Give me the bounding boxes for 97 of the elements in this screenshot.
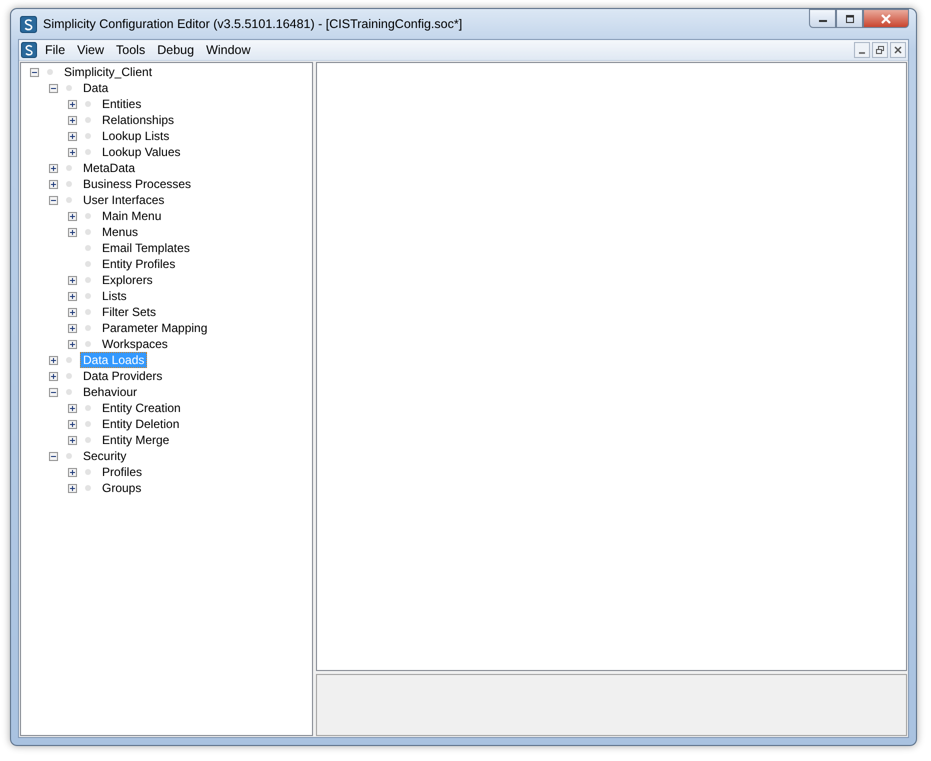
expand-icon[interactable] — [49, 180, 58, 188]
close-icon — [880, 14, 892, 24]
node-icon — [85, 469, 91, 475]
collapse-icon[interactable] — [49, 84, 58, 92]
tree-item[interactable]: Lookup Values — [99, 144, 184, 160]
tree-item[interactable]: Entity Profiles — [99, 256, 178, 272]
node-icon — [66, 85, 72, 91]
tree-item[interactable]: Workspaces — [99, 336, 171, 352]
node-icon — [85, 325, 91, 331]
menu-item[interactable]: Tools — [110, 40, 152, 60]
tree-item[interactable]: Entity Merge — [99, 432, 172, 448]
tree-item[interactable]: Groups — [99, 480, 144, 496]
tree-item[interactable]: Main Menu — [99, 208, 164, 224]
node-icon — [85, 133, 91, 139]
expand-icon[interactable] — [68, 116, 77, 124]
tree-item[interactable]: Lookup Lists — [99, 128, 172, 144]
collapse-icon[interactable] — [30, 68, 39, 76]
expand-icon[interactable] — [68, 148, 77, 156]
expand-icon[interactable] — [68, 436, 77, 444]
tree-item[interactable]: Menus — [99, 224, 142, 240]
menu-item[interactable]: File — [39, 40, 72, 60]
tree-item[interactable]: Security — [80, 448, 130, 464]
app-icon[interactable] — [21, 42, 37, 58]
collapse-icon[interactable] — [49, 452, 58, 460]
node-icon — [66, 165, 72, 171]
tree-item[interactable]: Data — [80, 80, 112, 96]
menu-item[interactable]: Window — [200, 40, 257, 60]
node-icon — [85, 117, 91, 123]
collapse-icon[interactable] — [49, 388, 58, 396]
node-icon — [85, 293, 91, 299]
tree-item[interactable]: Entities — [99, 96, 144, 112]
node-icon — [85, 261, 91, 267]
node-icon — [85, 405, 91, 411]
close-button[interactable] — [863, 9, 909, 28]
expand-icon[interactable] — [68, 228, 77, 236]
app-icon — [20, 16, 37, 32]
maximize-icon — [844, 14, 854, 22]
node-icon — [85, 437, 91, 443]
node-icon — [66, 181, 72, 187]
expand-icon[interactable] — [68, 100, 77, 108]
tree-item[interactable]: Simplicity_Client — [61, 64, 156, 80]
menu-item[interactable]: View — [71, 40, 110, 60]
expand-icon[interactable] — [68, 340, 77, 348]
mdi-minimize-button[interactable] — [854, 42, 870, 58]
expand-icon[interactable] — [68, 132, 77, 140]
expand-icon[interactable] — [68, 324, 77, 332]
node-icon — [85, 277, 91, 283]
node-icon — [66, 197, 72, 203]
maximize-button[interactable] — [836, 9, 863, 28]
close-icon — [893, 45, 903, 55]
expand-icon[interactable] — [49, 356, 58, 364]
tree-item[interactable]: User Interfaces — [80, 192, 168, 208]
collapse-icon[interactable] — [49, 196, 58, 204]
node-icon — [47, 69, 53, 75]
expand-icon[interactable] — [68, 308, 77, 316]
minimize-button[interactable] — [809, 9, 836, 28]
node-icon — [85, 229, 91, 235]
node-icon — [66, 453, 72, 459]
mdi-restore-button[interactable] — [872, 42, 888, 58]
node-icon — [85, 309, 91, 315]
expand-icon[interactable] — [68, 420, 77, 428]
tree-item[interactable]: Data Providers — [80, 368, 166, 384]
tree-item[interactable]: Business Processes — [80, 176, 194, 192]
node-icon — [85, 485, 91, 491]
tree-item[interactable]: MetaData — [80, 160, 138, 176]
mdi-close-button[interactable] — [890, 42, 906, 58]
tree-item[interactable]: Profiles — [99, 464, 146, 480]
expand-icon[interactable] — [68, 484, 77, 492]
node-icon — [85, 213, 91, 219]
tree-item[interactable]: Entity Creation — [99, 400, 184, 416]
node-icon — [85, 341, 91, 347]
expand-icon[interactable] — [68, 212, 77, 220]
tree-item[interactable]: Filter Sets — [99, 304, 160, 320]
window-title: Simplicity Configuration Editor (v3.5.5101.16481) - [CISTrainingConfig.soc*] — [43, 16, 462, 33]
minimize-icon — [859, 52, 865, 54]
node-icon — [66, 389, 72, 395]
restore-icon — [875, 45, 885, 55]
expand-icon[interactable] — [49, 164, 58, 172]
node-icon — [66, 373, 72, 379]
tree-item[interactable]: Explorers — [99, 272, 156, 288]
tree-item[interactable]: Relationships — [99, 112, 178, 128]
tree-item[interactable]: Parameter Mapping — [99, 320, 210, 336]
tree-item[interactable]: Entity Deletion — [99, 416, 182, 432]
node-icon — [85, 149, 91, 155]
expand-icon[interactable] — [68, 404, 77, 412]
tree-item[interactable]: Lists — [99, 288, 130, 304]
expand-icon[interactable] — [68, 276, 77, 284]
expand-icon[interactable] — [49, 372, 58, 380]
menu-item[interactable]: Debug — [151, 40, 200, 60]
tree-item[interactable]: Email Templates — [99, 240, 193, 256]
node-icon — [66, 357, 72, 363]
tree-item[interactable]: Behaviour — [80, 384, 140, 400]
node-icon — [85, 421, 91, 427]
node-icon — [85, 245, 91, 251]
expand-icon[interactable] — [68, 468, 77, 476]
node-icon — [85, 101, 91, 107]
expand-icon[interactable] — [68, 292, 77, 300]
